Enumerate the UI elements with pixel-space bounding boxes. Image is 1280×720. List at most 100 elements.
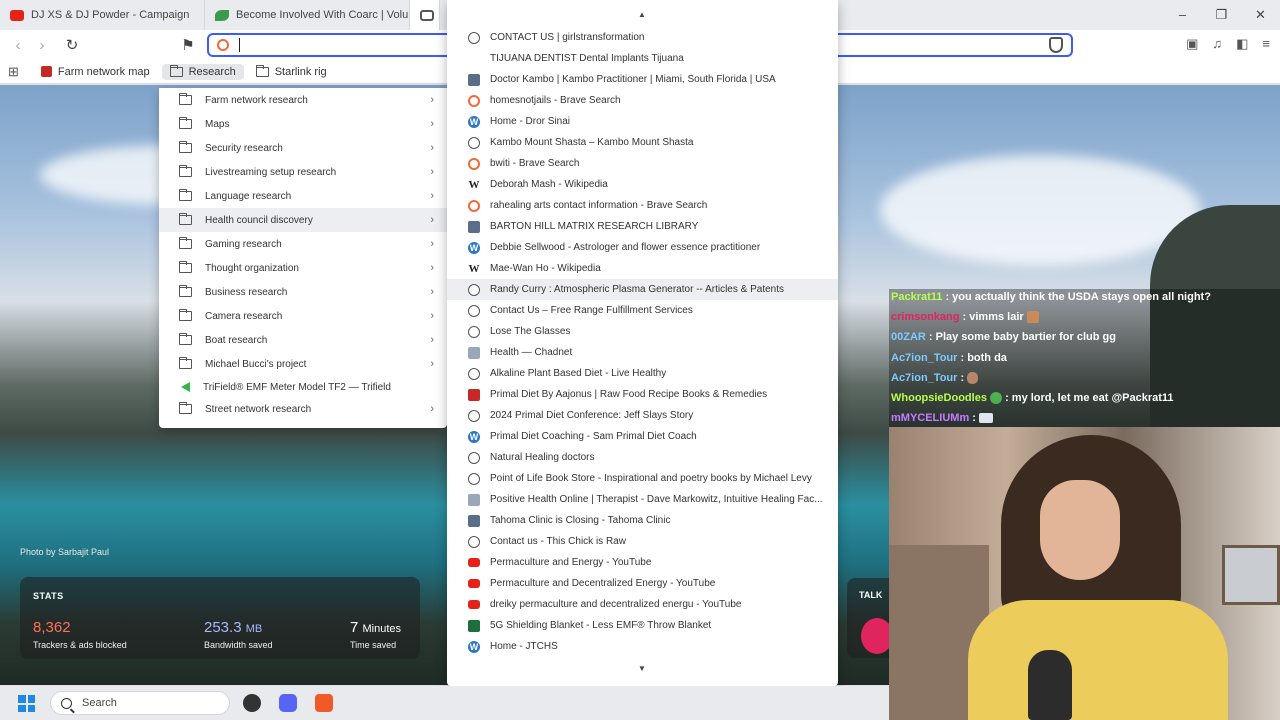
bookmark-list-item[interactable]: Kambo Mount Shasta – Kambo Mount Shasta <box>447 132 838 153</box>
scroll-down-icon[interactable]: ▼ <box>638 664 646 673</box>
bookmark-list-item[interactable]: rahealing arts contact information - Bra… <box>447 195 838 216</box>
reload-icon[interactable]: ↻ <box>60 36 84 54</box>
bookmark-list-item[interactable]: W Debbie Sellwood - Astrologer and flower… <box>447 237 838 258</box>
youtube-icon <box>468 579 480 588</box>
chat-text: : <box>972 412 976 424</box>
bookmark-list-label: Permaculture and Decentralized Energy - … <box>490 578 716 589</box>
folder-menu-label: Language research <box>205 190 292 202</box>
bookmark-list-item[interactable]: Natural Healing doctors <box>447 447 838 468</box>
bookmark-list-item[interactable]: bwiti - Brave Search <box>447 153 838 174</box>
bookmark-list-label: homesnotjails - Brave Search <box>490 95 621 106</box>
back-icon[interactable]: ‹ <box>6 37 30 54</box>
folder-menu-item[interactable]: Language research › <box>159 184 447 208</box>
bookmark-list-item[interactable]: BARTON HILL MATRIX RESEARCH LIBRARY <box>447 216 838 237</box>
scroll-up-icon[interactable]: ▲ <box>638 10 646 19</box>
bookmark-list-item[interactable]: Point of Life Book Store - Inspirational… <box>447 468 838 489</box>
apps-grid-icon[interactable]: ⊞ <box>8 64 19 80</box>
bookmark-list-item[interactable]: dreiky permaculture and decentralized en… <box>447 594 838 615</box>
bookmark-icon[interactable]: ⚑ <box>176 36 200 54</box>
bookmark-list-label: Natural Healing doctors <box>490 452 595 463</box>
bookmark-list-label: Contact Us – Free Range Fulfillment Serv… <box>490 305 693 316</box>
bookmark-list-item[interactable]: homesnotjails - Brave Search <box>447 90 838 111</box>
menu-icon[interactable]: ≡ <box>1262 36 1270 52</box>
minimize-icon[interactable]: – <box>1163 7 1202 23</box>
bookmark-list-item[interactable]: W Mae-Wan Ho - Wikipedia <box>447 258 838 279</box>
tab-search-icon[interactable]: ▣ <box>1186 36 1198 52</box>
folder-menu-item[interactable]: Farm network research › <box>159 88 447 112</box>
folder-menu-item[interactable]: Security research › <box>159 136 447 160</box>
bookmark-list-item[interactable]: Contact us - This Chick is Raw <box>447 531 838 552</box>
bookmark-label: Research <box>188 65 236 78</box>
media-icon[interactable]: ♫ <box>1212 36 1222 52</box>
bookmark-list-item[interactable]: Doctor Kambo | Kambo Practitioner | Miam… <box>447 69 838 90</box>
bookmark-list-item[interactable]: W Primal Diet Coaching - Sam Primal Diet … <box>447 426 838 447</box>
folder-menu-item[interactable]: Gaming research › <box>159 232 447 256</box>
taskbar-search[interactable]: Search <box>50 691 230 715</box>
brave-icon[interactable] <box>315 694 333 712</box>
bookmark-list-item[interactable]: W Home - Dror Sinai <box>447 111 838 132</box>
folder-menu-item[interactable]: Camera research › <box>159 304 447 328</box>
tab-new-tab[interactable] <box>410 0 440 30</box>
bookmark-list-item[interactable]: Randy Curry : Atmospheric Plasma Generat… <box>447 279 838 300</box>
bookmark-list-item[interactable]: Positive Health Online | Therapist - Dav… <box>447 489 838 510</box>
trifield-icon <box>181 382 190 392</box>
bookmark-list-item[interactable]: Permaculture and Decentralized Energy - … <box>447 573 838 594</box>
brave-search-icon <box>468 94 480 107</box>
globe-icon <box>468 535 480 548</box>
bookmark-list-item[interactable]: W Deborah Mash - Wikipedia <box>447 174 838 195</box>
bookmark-list-label: Home - JTCHS <box>490 641 558 652</box>
brave-icon <box>420 9 434 21</box>
forward-icon[interactable]: › <box>30 37 54 54</box>
bookmark-list-item[interactable]: Tahoma Clinic is Closing - Tahoma Clinic <box>447 510 838 531</box>
folder-menu-item[interactable]: Street network research › <box>159 397 447 421</box>
folder-menu-item[interactable]: Michael Bucci's project › <box>159 352 447 376</box>
talk-widget[interactable]: TALK <box>847 578 893 658</box>
folder-icon <box>179 141 192 153</box>
bookmark-folder-starlink-rig[interactable]: Starlink rig <box>248 64 335 80</box>
bookmark-list-item[interactable]: Permaculture and Energy - YouTube <box>447 552 838 573</box>
bookmark-list-label: Deborah Mash - Wikipedia <box>490 179 608 190</box>
bookmark-list-item[interactable]: Health — Chadnet <box>447 342 838 363</box>
globe-icon <box>468 451 480 464</box>
windows-start-icon[interactable] <box>18 695 35 712</box>
bookmark-list-item[interactable]: CONTACT US | girlstransformation <box>447 27 838 48</box>
folder-menu-item[interactable]: Thought organization › <box>159 256 447 280</box>
stats-label: STATS <box>33 591 64 601</box>
tab-youtube[interactable]: DJ XS & DJ Powder - Campaign <box>0 0 205 30</box>
bookmark-farm-network-map[interactable]: Farm network map <box>33 64 158 80</box>
folder-menu-item[interactable]: Livestreaming setup research › <box>159 160 447 184</box>
globe-icon <box>468 325 480 338</box>
streamer-shirt <box>968 600 1228 720</box>
bookmark-list-label: Mae-Wan Ho - Wikipedia <box>490 263 601 274</box>
chat-username: WhoopsieDoodles <box>891 392 987 404</box>
folder-menu-label: Thought organization <box>205 262 299 274</box>
restore-icon[interactable]: ❐ <box>1202 7 1241 23</box>
brave-shields-icon[interactable] <box>1049 37 1063 53</box>
folder-menu-item[interactable]: Maps › <box>159 112 447 136</box>
close-icon[interactable]: ✕ <box>1241 7 1280 23</box>
discord-icon[interactable] <box>279 694 297 712</box>
folder-menu-item[interactable]: Health council discovery › <box>159 208 447 232</box>
globe-icon <box>468 409 480 422</box>
talk-label: TALK <box>859 590 883 600</box>
folder-menu-item[interactable]: Boat research › <box>159 328 447 352</box>
bookmark-list-item[interactable]: Lose The Glasses <box>447 321 838 342</box>
bookmark-list-label: rahealing arts contact information - Bra… <box>490 200 708 211</box>
folder-icon <box>179 237 192 249</box>
bookmark-folder-research[interactable]: Research <box>161 63 244 80</box>
obs-icon[interactable] <box>243 694 261 712</box>
folder-menu-item[interactable]: Business research › <box>159 280 447 304</box>
bookmark-list-item[interactable]: W Home - JTCHS <box>447 636 838 657</box>
bookmark-list-item[interactable]: Contact Us – Free Range Fulfillment Serv… <box>447 300 838 321</box>
bookmark-list-item[interactable]: Primal Diet By Aajonus | Raw Food Recipe… <box>447 384 838 405</box>
microphone <box>1028 650 1072 720</box>
folder-menu-item[interactable]: TriField® EMF Meter Model TF2 — Trifield <box>159 375 447 399</box>
bookmark-list-item[interactable]: TIJUANA DENTIST Dental Implants Tijuana <box>447 48 838 69</box>
chat-text: : my lord, let me eat @Packrat11 <box>1005 392 1174 404</box>
sidebar-icon[interactable]: ◧ <box>1236 36 1248 52</box>
bookmark-list-item[interactable]: 5G Shielding Blanket - Less EMF® Throw B… <box>447 615 838 636</box>
tab-coarc[interactable]: Become Involved With Coarc | Volun <box>205 0 410 30</box>
bookmark-list-item[interactable]: Alkaline Plant Based Diet - Live Healthy <box>447 363 838 384</box>
bookmark-list-item[interactable]: 2024 Primal Diet Conference: Jeff Slays … <box>447 405 838 426</box>
folder-menu-label: TriField® EMF Meter Model TF2 — Trifield <box>203 381 391 393</box>
